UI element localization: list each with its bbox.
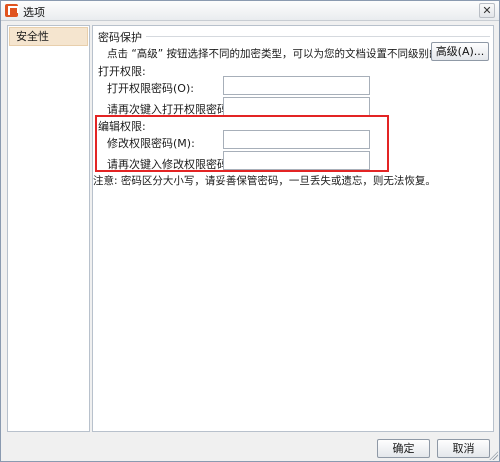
open-password-label: 打开权限密码(O): <box>107 82 194 95</box>
sidebar-item-label: 安全性 <box>16 30 49 43</box>
cancel-button[interactable]: 取消 <box>437 439 490 458</box>
window-title: 选项 <box>23 6 45 19</box>
section-divider <box>146 36 490 37</box>
edit-permission-highlight <box>95 115 389 172</box>
resize-grip[interactable] <box>488 450 498 460</box>
security-panel: 密码保护 点击 “高级” 按钮选择不同的加密类型，可以为您的文档设置不同级别的加… <box>92 25 494 432</box>
options-dialog: 选项 ✕ 安全性 密码保护 点击 “高级” 按钮选择不同的加密类型，可以为您的文… <box>0 0 500 462</box>
options-sidebar: 安全性 <box>7 25 90 432</box>
wps-presentation-icon <box>5 4 19 17</box>
advanced-button[interactable]: 高级(A)... <box>431 42 489 61</box>
close-icon: ✕ <box>482 4 492 17</box>
open-password-field[interactable] <box>223 76 370 95</box>
password-protection-heading: 密码保护 <box>98 31 142 44</box>
sidebar-item-security[interactable]: 安全性 <box>9 27 88 46</box>
close-button[interactable]: ✕ <box>479 3 495 18</box>
open-password-confirm-field[interactable] <box>223 97 370 116</box>
password-note: 注意: 密码区分大小写，请妥善保管密码，一旦丢失或遗忘，则无法恢复。 <box>93 175 436 187</box>
open-permission-heading: 打开权限: <box>98 65 146 78</box>
title-bar[interactable]: 选项 ✕ <box>1 1 499 21</box>
ok-button[interactable]: 确定 <box>377 439 430 458</box>
